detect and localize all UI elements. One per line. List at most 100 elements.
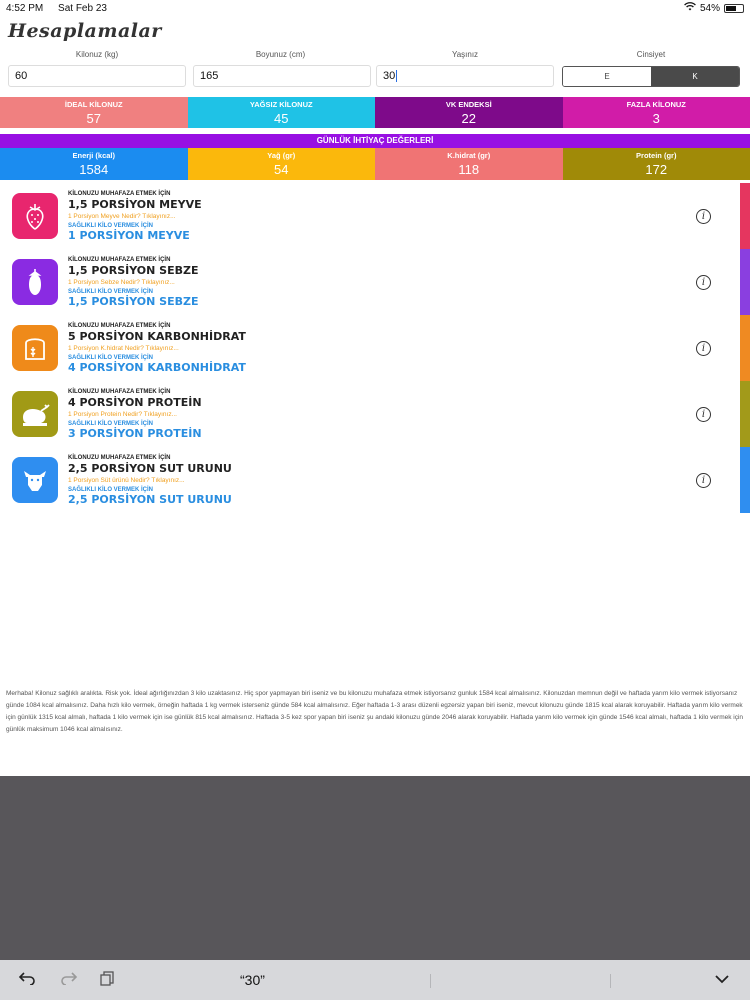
food-portion-item[interactable]: KİLONUZU MUHAFAZA ETMEK İÇİN 2,5 PORSİYON… <box>0 449 740 515</box>
daily-need-tile: Protein (gr) 172 <box>562 148 750 180</box>
maintain-portion: 1,5 PORSİYON SEBZE <box>68 264 199 277</box>
cow-icon <box>12 457 58 503</box>
battery-percent: 54% <box>699 2 720 14</box>
predictive-suggestion[interactable]: “30” <box>240 972 265 988</box>
food-portion-text: KİLONUZU MUHAFAZA ETMEK İÇİN 2,5 PORSİYON… <box>68 455 232 506</box>
daily-need-label: Enerji (kcal) <box>72 151 116 160</box>
daily-need-label: K.hidrat (gr) <box>447 151 491 160</box>
gender-option-k[interactable]: K <box>651 67 739 86</box>
daily-need-tile: Enerji (kcal) 1584 <box>0 148 188 180</box>
height-label: Boyunuz (cm) <box>255 50 306 59</box>
lose-weight-portion: 3 PORSİYON PROTEİN <box>68 427 202 440</box>
food-portion-text: KİLONUZU MUHAFAZA ETMEK İÇİN 4 PORSİYON P… <box>68 389 202 440</box>
chevron-down-icon[interactable] <box>714 970 730 990</box>
gender-selector[interactable]: E K <box>562 66 740 87</box>
maintain-portion: 1,5 PORSİYON MEYVE <box>68 198 202 211</box>
gender-option-e[interactable]: E <box>563 67 651 86</box>
portion-info-link[interactable]: 1 Porsiyon Sebze Nedir? Tıklayınız... <box>68 279 199 286</box>
daily-need-tile: K.hidrat (gr) 118 <box>375 148 563 180</box>
lose-weight-portion: 1 PORSİYON MEYVE <box>68 229 190 242</box>
daily-need-value: 1584 <box>79 162 109 177</box>
lose-weight-portion: 2,5 PORSİYON SUT URUNU <box>68 493 232 506</box>
food-portion-text: KİLONUZU MUHAFAZA ETMEK İÇİN 5 PORSİYON K… <box>68 323 246 374</box>
daily-need-tile: Yağ (gr) 54 <box>187 148 375 180</box>
stat-value: 22 <box>461 111 476 126</box>
maintain-label: KİLONUZU MUHAFAZA ETMEK İÇİN <box>68 257 171 263</box>
height-input[interactable]: 165 <box>193 65 371 87</box>
strawberry-icon <box>12 193 58 239</box>
page-title: Hesaplamalar <box>8 20 162 42</box>
portion-info-link[interactable]: 1 Porsiyon Meyve Nedir? Tıklayınız... <box>68 213 202 220</box>
maintain-label: KİLONUZU MUHAFAZA ETMEK İÇİN <box>68 323 171 329</box>
text-cursor <box>396 70 398 82</box>
age-label: Yaşınız <box>451 50 479 59</box>
status-bar: 4:52 PM Sat Feb 23 54% <box>0 0 750 16</box>
stat-value: 3 <box>652 111 660 126</box>
suggestion-separator <box>430 974 431 988</box>
food-portion-text: KİLONUZU MUHAFAZA ETMEK İÇİN 1,5 PORSİYON… <box>68 257 199 308</box>
category-color-strip <box>740 249 750 315</box>
category-color-strip <box>740 183 750 249</box>
info-icon[interactable]: i <box>696 209 711 224</box>
info-icon[interactable]: i <box>696 473 711 488</box>
chicken-icon <box>12 391 58 437</box>
stat-label: VK ENDEKSİ <box>445 100 492 109</box>
weight-label: Kilonuz (kg) <box>75 50 119 59</box>
maintain-label: KİLONUZU MUHAFAZA ETMEK İÇİN <box>68 455 171 461</box>
food-portion-item[interactable]: KİLONUZU MUHAFAZA ETMEK İÇİN 1,5 PORSİYON… <box>0 251 740 317</box>
stat-label: FAZLA KİLONUZ <box>626 100 686 109</box>
stat-tile: YAĞSIZ KİLONUZ 45 <box>187 97 375 128</box>
daily-needs-row: Enerji (kcal) 1584 Yağ (gr) 54 K.hidrat (gr)… <box>0 148 750 180</box>
stat-value: 57 <box>86 111 101 126</box>
status-left: 4:52 PM Sat Feb 23 <box>6 3 119 14</box>
portion-info-link[interactable]: 1 Porsiyon Süt ürünü Nedir? Tıklayınız..… <box>68 477 232 484</box>
daily-need-value: 54 <box>274 162 289 177</box>
info-icon[interactable]: i <box>696 275 711 290</box>
age-input[interactable]: 30 <box>376 65 554 87</box>
keyboard-shortcut-bar: “30” <box>0 960 750 1000</box>
summary-text: Merhaba! Kilonuz sağlıklı aralıkta. Risk… <box>6 690 744 733</box>
stat-label: YAĞSIZ KİLONUZ <box>249 100 313 109</box>
eggplant-icon <box>12 259 58 305</box>
lose-weight-portion: 1,5 PORSİYON SEBZE <box>68 295 199 308</box>
weight-input[interactable]: 60 <box>8 65 186 87</box>
status-time: 4:52 PM <box>6 2 44 14</box>
food-portion-item[interactable]: KİLONUZU MUHAFAZA ETMEK İÇİN 5 PORSİYON K… <box>0 317 740 383</box>
bread-icon <box>12 325 58 371</box>
stat-value: 45 <box>274 111 289 126</box>
maintain-label: KİLONUZU MUHAFAZA ETMEK İÇİN <box>68 389 171 395</box>
category-color-strip <box>740 447 750 513</box>
portion-info-link[interactable]: 1 Porsiyon Protein Nedir? Tıklayınız... <box>68 411 202 418</box>
category-color-strip <box>740 315 750 381</box>
maintain-portion: 5 PORSİYON KARBONHİDRAT <box>68 330 246 343</box>
stat-tile: İDEAL KİLONUZ 57 <box>0 97 188 128</box>
category-color-strip <box>740 381 750 447</box>
portion-info-link[interactable]: 1 Porsiyon K.hidrat Nedir? Tıklayınız... <box>68 345 246 352</box>
info-icon[interactable]: i <box>696 341 711 356</box>
daily-need-label: Yağ (gr) <box>267 151 296 160</box>
lose-weight-portion: 4 PORSİYON KARBONHİDRAT <box>68 361 246 374</box>
maintain-portion: 2,5 PORSİYON SUT URUNU <box>68 462 232 475</box>
stat-label: İDEAL KİLONUZ <box>64 100 123 109</box>
daily-need-value: 118 <box>458 162 480 177</box>
maintain-portion: 4 PORSİYON PROTEİN <box>68 396 202 409</box>
keyboard-area <box>0 776 750 960</box>
paste-icon[interactable] <box>100 970 116 991</box>
wifi-icon <box>684 2 696 14</box>
battery-icon <box>724 3 744 13</box>
gender-label: Cinsiyet <box>636 50 666 59</box>
status-date: Sat Feb 23 <box>58 2 107 14</box>
redo-icon[interactable] <box>60 970 78 990</box>
stats-row: İDEAL KİLONUZ 57 YAĞSIZ KİLONUZ 45 VK ENDEKS… <box>0 97 750 128</box>
info-icon[interactable]: i <box>696 407 711 422</box>
stat-tile: FAZLA KİLONUZ 3 <box>562 97 750 128</box>
daily-need-value: 172 <box>645 162 668 177</box>
food-portion-item[interactable]: KİLONUZU MUHAFAZA ETMEK İÇİN 1,5 PORSİYON… <box>0 185 740 251</box>
maintain-label: KİLONUZU MUHAFAZA ETMEK İÇİN <box>68 191 171 197</box>
food-portion-item[interactable]: KİLONUZU MUHAFAZA ETMEK İÇİN 4 PORSİYON P… <box>0 383 740 449</box>
age-input-value: 30 <box>383 70 396 82</box>
daily-need-label: Protein (gr) <box>636 151 677 160</box>
status-right: 54% <box>684 2 744 14</box>
food-portion-text: KİLONUZU MUHAFAZA ETMEK İÇİN 1,5 PORSİYON… <box>68 191 202 242</box>
undo-icon[interactable] <box>18 970 36 990</box>
